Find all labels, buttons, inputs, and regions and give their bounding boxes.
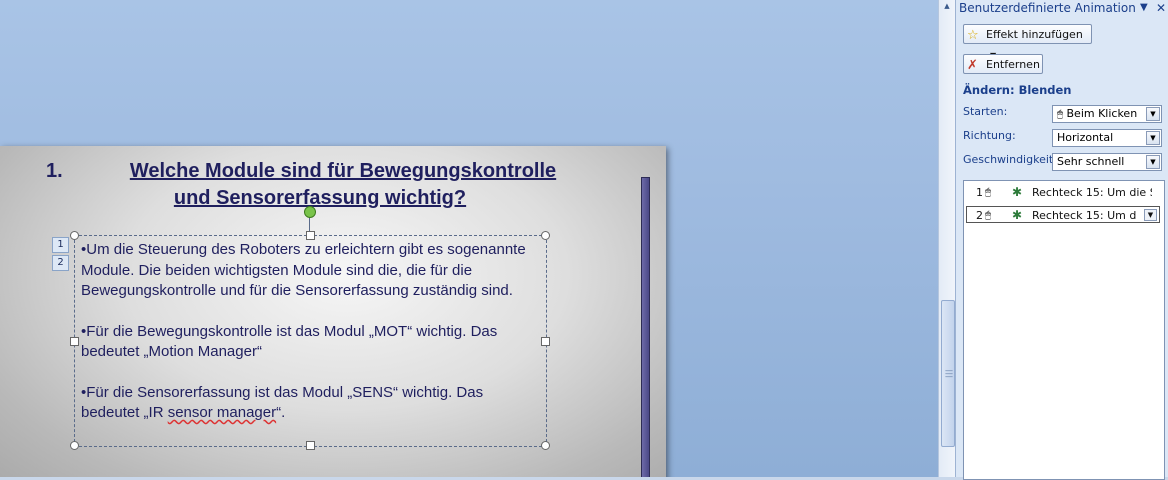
resize-handle-tl[interactable] xyxy=(70,231,79,240)
body-textbox[interactable]: •Um die Steuerung des Roboters zu erleic… xyxy=(70,231,550,450)
scroll-thumb[interactable]: — — — xyxy=(941,300,955,447)
item-number: 2 xyxy=(976,209,983,222)
resize-handle-tr[interactable] xyxy=(541,231,550,240)
close-icon[interactable]: ✕ xyxy=(1156,0,1166,16)
item-number: 1 xyxy=(976,186,983,199)
pane-header: Benutzerdefinierte Animation ▼ ✕ xyxy=(956,0,1168,16)
section-title: Ändern: Blenden xyxy=(963,83,1072,97)
speed-label: Geschwindigkeit: xyxy=(963,153,1057,166)
animation-tag-1[interactable]: 1 xyxy=(52,237,69,253)
paragraph-2: •Für die Bewegungskontrolle ist das Modu… xyxy=(81,322,498,361)
scroll-up-icon[interactable]: ▲ xyxy=(941,2,953,12)
remove-effect-icon: ✗ xyxy=(967,58,978,73)
mouse-icon: 🖱 xyxy=(985,187,991,198)
chevron-down-icon[interactable]: ▼ xyxy=(1146,107,1160,121)
direction-label: Richtung: xyxy=(963,129,1016,142)
slide-title[interactable]: 1. Welche Module sind für Bewegungskontr… xyxy=(20,158,600,212)
remove-label: Entfernen xyxy=(986,58,1040,71)
star-effect-icon: ☆ xyxy=(967,28,979,43)
pane-menu-icon[interactable]: ▼ xyxy=(1140,0,1148,16)
rotation-handle[interactable] xyxy=(304,206,316,218)
grip-icon: — — — xyxy=(945,366,953,381)
decorative-bar xyxy=(641,177,650,477)
paragraph-3-suffix: “. xyxy=(276,404,286,421)
chevron-down-icon[interactable]: ▼ xyxy=(1146,155,1160,169)
resize-handle-tc[interactable] xyxy=(306,231,315,240)
resize-handle-bl[interactable] xyxy=(70,441,79,450)
speed-value: Sehr schnell xyxy=(1057,155,1125,168)
paragraph-3: •Für die Sensorerfassung ist das Modul „… xyxy=(81,383,543,424)
start-value-wrap: 🖱 Beim Klicken xyxy=(1057,106,1137,123)
start-select[interactable]: 🖱 Beim Klicken ▼ xyxy=(1052,105,1162,123)
speed-select[interactable]: Sehr schnell ▼ xyxy=(1052,153,1162,171)
add-effect-button[interactable]: ☆ Effekt hinzufügen ▼ xyxy=(963,24,1092,60)
misspelled-word[interactable]: sensor manager xyxy=(168,404,276,421)
animation-list[interactable]: 1 🖱 ✱ Rechteck 15: Um die S... 2 🖱 ✱ Rec… xyxy=(963,180,1165,480)
slide-canvas[interactable]: 1. Welche Module sind für Bewegungskontr… xyxy=(0,0,938,477)
mouse-icon: 🖱 xyxy=(985,210,991,221)
vertical-scrollbar[interactable]: ▲ — — — xyxy=(938,0,956,477)
remove-button[interactable]: ✗ Entfernen xyxy=(963,54,1043,74)
direction-select[interactable]: Horizontal ▼ xyxy=(1052,129,1162,147)
list-item[interactable]: 1 🖱 ✱ Rechteck 15: Um die S... xyxy=(966,184,1160,201)
direction-value: Horizontal xyxy=(1057,131,1114,144)
start-label: Starten: xyxy=(963,105,1008,118)
paragraph-1: •Um die Steuerung des Roboters zu erleic… xyxy=(81,241,526,299)
title-line-1: Welche Module sind für Bewegungskontroll… xyxy=(129,160,557,182)
title-number: 1. xyxy=(46,160,63,182)
item-label: Rechteck 15: Um di... xyxy=(1032,209,1137,222)
mouse-icon: 🖱 xyxy=(1057,109,1063,120)
custom-animation-pane: Benutzerdefinierte Animation ▼ ✕ ☆ Effek… xyxy=(955,0,1168,480)
body-text[interactable]: •Um die Steuerung des Roboters zu erleic… xyxy=(81,240,543,444)
list-item-selected[interactable]: 2 🖱 ✱ Rechteck 15: Um di... ▼ xyxy=(966,206,1160,223)
chevron-down-icon[interactable]: ▼ xyxy=(1144,209,1157,221)
item-label: Rechteck 15: Um die S... xyxy=(1032,186,1152,199)
slide[interactable]: 1. Welche Module sind für Bewegungskontr… xyxy=(0,146,666,477)
animation-tag-2[interactable]: 2 xyxy=(52,255,69,271)
start-value: Beim Klicken xyxy=(1066,107,1138,120)
chevron-down-icon[interactable]: ▼ xyxy=(1146,131,1160,145)
add-effect-label: Effekt hinzufügen xyxy=(986,28,1083,41)
pane-title: Benutzerdefinierte Animation xyxy=(959,1,1136,15)
effect-star-icon: ✱ xyxy=(1012,208,1023,222)
effect-star-icon: ✱ xyxy=(1012,185,1023,199)
resize-handle-ml[interactable] xyxy=(70,337,79,346)
